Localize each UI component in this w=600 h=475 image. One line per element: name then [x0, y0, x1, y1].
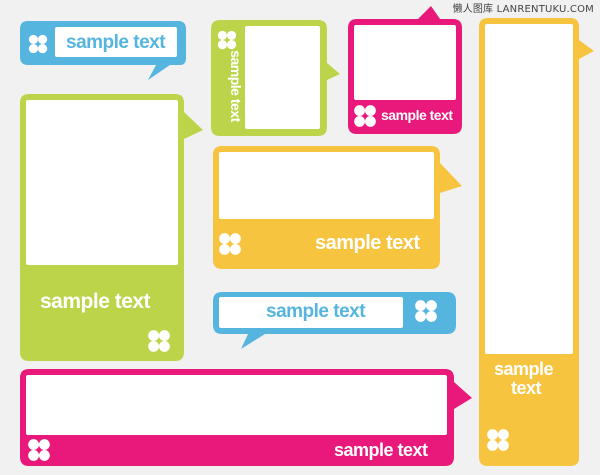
green-small-vertical-text: sample text	[228, 50, 244, 122]
pink-small-text: sample text	[381, 107, 453, 123]
yellow-medium-text: sample text	[315, 232, 420, 254]
watermark-text: 懒人图库 LANRENTUKU.COM	[452, 4, 594, 15]
yellow-tall-text-line2: text	[511, 378, 542, 398]
green-large-text: sample text	[40, 290, 151, 313]
green-bubble-large	[20, 94, 203, 361]
speech-bubble-collection: sample text sample text sample text samp…	[0, 0, 600, 475]
yellow-bubble-tall	[479, 18, 594, 466]
yellow-tall-text-line1: sample	[494, 359, 554, 379]
pink-wide-text: sample text	[334, 440, 428, 460]
blue-top-left-text: sample text	[66, 32, 166, 53]
blue-middle-text: sample text	[266, 301, 366, 322]
